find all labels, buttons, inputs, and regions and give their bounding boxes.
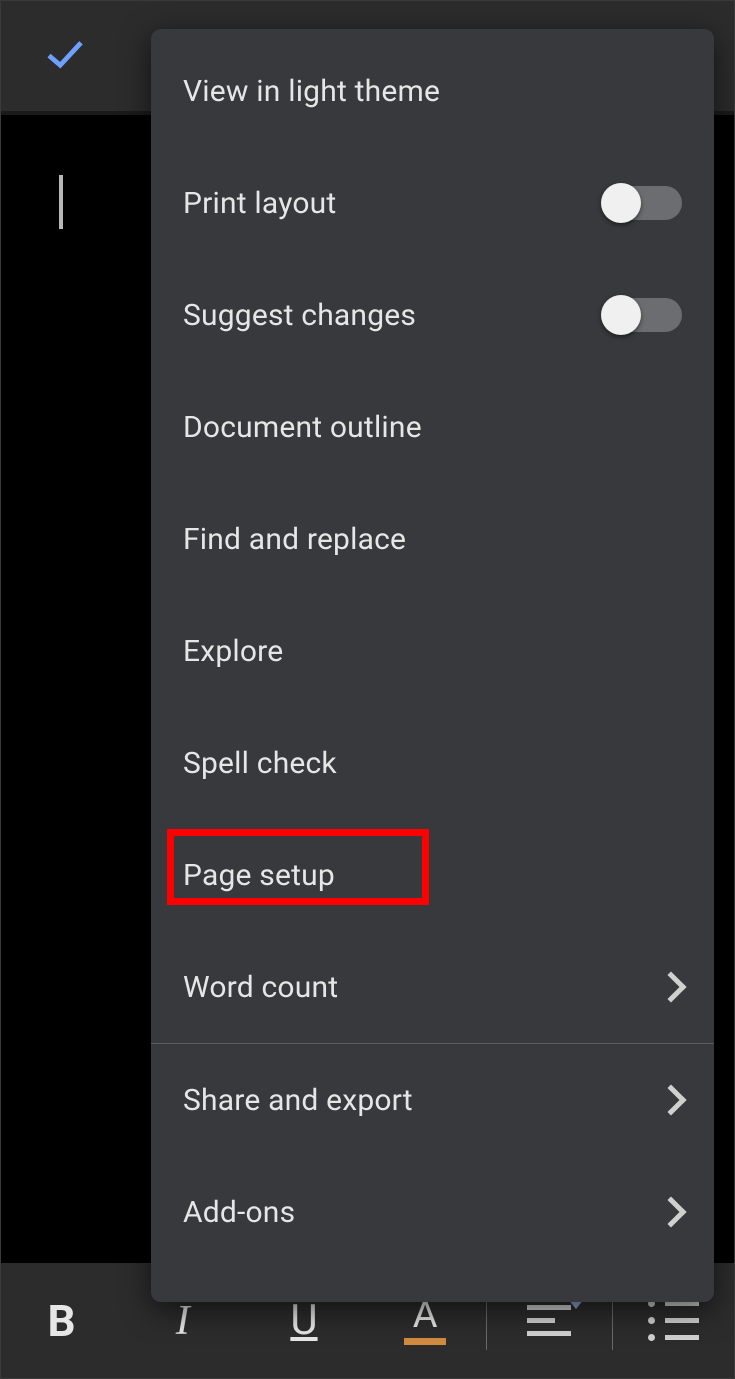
menu-item-label: View in light theme — [183, 74, 440, 109]
menu-item-add-ons[interactable]: Add-ons — [151, 1156, 714, 1268]
menu-item-label: Share and export — [183, 1083, 413, 1118]
menu-item-suggest-changes[interactable]: Suggest changes — [151, 259, 714, 371]
menu-item-label: Add-ons — [183, 1195, 295, 1230]
menu-item-label: Spell check — [183, 746, 337, 781]
menu-item-label: Find and replace — [183, 522, 406, 557]
chevron-right-icon — [655, 1196, 686, 1227]
text-cursor — [59, 175, 63, 229]
align-left-icon — [527, 1305, 571, 1336]
bold-button[interactable]: B — [1, 1263, 122, 1378]
list-icon — [648, 1300, 699, 1341]
toggle-suggest-changes[interactable] — [604, 298, 682, 332]
menu-item-find-replace[interactable]: Find and replace — [151, 483, 714, 595]
menu-item-view-light-theme[interactable]: View in light theme — [151, 35, 714, 147]
menu-item-label: Suggest changes — [183, 298, 416, 333]
menu-item-explore[interactable]: Explore — [151, 595, 714, 707]
menu-item-label: Page setup — [183, 858, 335, 893]
menu-item-print-layout[interactable]: Print layout — [151, 147, 714, 259]
menu-item-word-count[interactable]: Word count — [151, 931, 714, 1043]
menu-item-label: Print layout — [183, 186, 336, 221]
toggle-print-layout[interactable] — [604, 186, 682, 220]
menu-item-spell-check[interactable]: Spell check — [151, 707, 714, 819]
overflow-menu: View in light theme Print layout Suggest… — [151, 29, 714, 1302]
menu-item-label: Word count — [183, 970, 338, 1005]
text-color-icon: A — [404, 1296, 446, 1345]
menu-item-document-outline[interactable]: Document outline — [151, 371, 714, 483]
app-frame: B I U A View in light theme Print layout — [0, 0, 735, 1379]
chevron-right-icon — [655, 1084, 686, 1115]
menu-item-label: Explore — [183, 634, 283, 669]
done-check-icon[interactable] — [41, 30, 89, 82]
menu-item-share-export[interactable]: Share and export — [151, 1044, 714, 1156]
chevron-right-icon — [655, 971, 686, 1002]
menu-item-label: Document outline — [183, 410, 422, 445]
menu-item-page-setup[interactable]: Page setup — [151, 819, 714, 931]
